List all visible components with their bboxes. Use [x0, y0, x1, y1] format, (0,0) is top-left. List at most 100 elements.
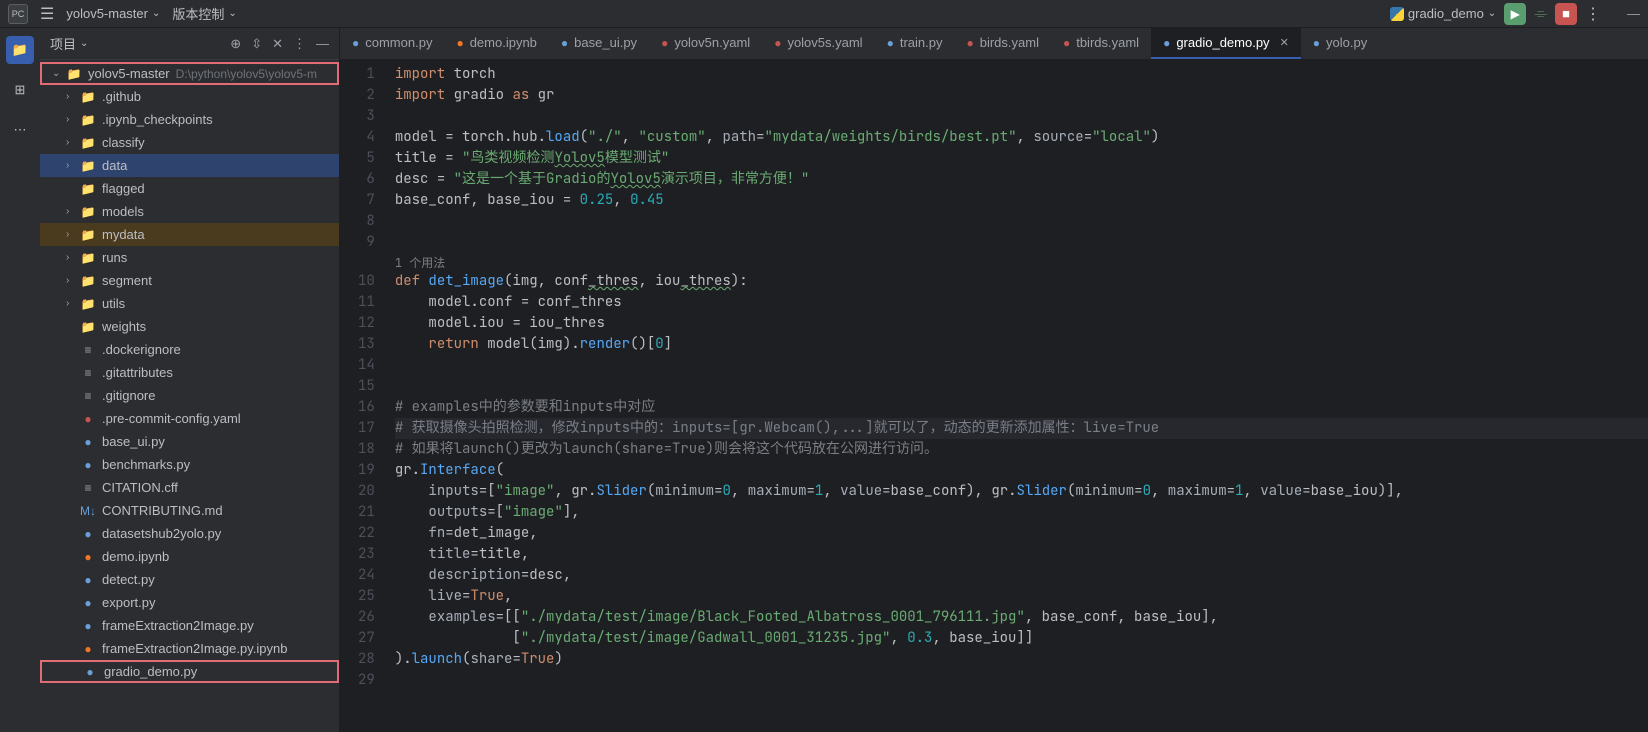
code-line[interactable]: [395, 376, 1648, 397]
code-line[interactable]: title=title,: [395, 544, 1648, 565]
editor-tab[interactable]: ●yolo.py: [1301, 28, 1379, 59]
structure-tool-button[interactable]: ⊞: [6, 76, 34, 104]
tree-folder[interactable]: ›📁utils: [40, 292, 339, 315]
sidebar-title-label: 项目: [50, 34, 76, 53]
folder-icon: 📁: [80, 297, 96, 311]
chevron-down-icon[interactable]: ⌄: [80, 38, 88, 49]
vcs-dropdown[interactable]: 版本控制 ⌄: [172, 4, 236, 23]
project-dropdown[interactable]: yolov5-master ⌄: [66, 6, 160, 21]
tree-file[interactable]: ●detect.py: [40, 568, 339, 591]
code-line[interactable]: model.conf = conf_thres: [395, 292, 1648, 313]
code-line[interactable]: import torch: [395, 64, 1648, 85]
tree-file[interactable]: ●frameExtraction2Image.py.ipynb: [40, 637, 339, 660]
tree-folder[interactable]: ›📁classify: [40, 131, 339, 154]
collapse-icon[interactable]: ✕: [272, 36, 283, 52]
tree-folder[interactable]: ›📁data: [40, 154, 339, 177]
editor-tab[interactable]: ●gradio_demo.py✕: [1151, 28, 1301, 59]
folder-icon: 📁: [80, 228, 96, 242]
line-number: 17: [358, 418, 375, 439]
tree-file[interactable]: ●base_ui.py: [40, 430, 339, 453]
tree-file[interactable]: ●demo.ipynb: [40, 545, 339, 568]
tree-file[interactable]: ●export.py: [40, 591, 339, 614]
editor-tab[interactable]: ●birds.yaml: [954, 28, 1051, 59]
code-line[interactable]: description=desc,: [395, 565, 1648, 586]
project-tool-button[interactable]: 📁: [6, 36, 34, 64]
tree-folder[interactable]: ›📁mydata: [40, 223, 339, 246]
hamburger-icon[interactable]: ☰: [40, 4, 54, 24]
editor-tab[interactable]: ●yolov5s.yaml: [762, 28, 874, 59]
code-line[interactable]: model = torch.hub.load("./", "custom", p…: [395, 127, 1648, 148]
code-line[interactable]: title = "鸟类视频检测Yolov5模型测试": [395, 148, 1648, 169]
more-tool-button[interactable]: ⋯: [6, 116, 34, 144]
editor-tab[interactable]: ●yolov5n.yaml: [649, 28, 762, 59]
code-line[interactable]: [395, 670, 1648, 691]
code-line[interactable]: gr.Interface(: [395, 460, 1648, 481]
tree-folder[interactable]: ›📁.ipynb_checkpoints: [40, 108, 339, 131]
line-number: 21: [358, 502, 375, 523]
editor-tab[interactable]: ●common.py: [340, 28, 444, 59]
hide-icon[interactable]: —: [316, 36, 329, 52]
tree-file[interactable]: ≡.gitattributes: [40, 361, 339, 384]
tree-file[interactable]: ≡.dockerignore: [40, 338, 339, 361]
code-line[interactable]: live=True,: [395, 586, 1648, 607]
yaml-icon: ●: [1063, 36, 1070, 50]
code-line[interactable]: inputs=["image", gr.Slider(minimum=0, ma…: [395, 481, 1648, 502]
code-line[interactable]: [395, 211, 1648, 232]
file-icon: ≡: [80, 343, 96, 357]
tree-folder[interactable]: ›📁.github: [40, 85, 339, 108]
folder-icon: 📁: [80, 274, 96, 288]
code-line[interactable]: desc = "这是一个基于Gradio的Yolov5演示项目，非常方便！": [395, 169, 1648, 190]
code-line[interactable]: [395, 106, 1648, 127]
tree-file[interactable]: ●datasetshub2yolo.py: [40, 522, 339, 545]
project-tree[interactable]: ⌄📁yolov5-masterD:\python\yolov5\yolov5-m…: [40, 60, 339, 732]
jup-icon: ●: [80, 550, 96, 564]
code-line[interactable]: def det_image(img, conf_thres, iou_thres…: [395, 271, 1648, 292]
stop-button[interactable]: ■: [1555, 3, 1577, 25]
code-line[interactable]: outputs=["image"],: [395, 502, 1648, 523]
code-line[interactable]: fn=det_image,: [395, 523, 1648, 544]
code-line[interactable]: [395, 232, 1648, 253]
editor-tab[interactable]: ●tbirds.yaml: [1051, 28, 1151, 59]
code-line[interactable]: import gradio as gr: [395, 85, 1648, 106]
code-line[interactable]: [395, 355, 1648, 376]
code-line[interactable]: ).launch(share=True): [395, 649, 1648, 670]
code-line[interactable]: # examples中的参数要和inputs中对应: [395, 397, 1648, 418]
code-line[interactable]: examples=[["./mydata/test/image/Black_Fo…: [395, 607, 1648, 628]
line-gutter: 1234567891011121314151617181920212223242…: [340, 60, 387, 732]
more-actions-icon[interactable]: ⋮: [1585, 4, 1603, 24]
expand-icon[interactable]: ⇳: [251, 36, 262, 52]
tree-file[interactable]: ●frameExtraction2Image.py: [40, 614, 339, 637]
tree-root[interactable]: ⌄📁yolov5-masterD:\python\yolov5\yolov5-m: [40, 62, 339, 85]
code-line[interactable]: # 如果将launch()更改为launch(share=True)则会将这个代…: [395, 439, 1648, 460]
run-config-dropdown[interactable]: gradio_demo ⌄: [1390, 6, 1496, 21]
code-line[interactable]: model.iou = iou_thres: [395, 313, 1648, 334]
debug-icon[interactable]: ⌯: [1534, 5, 1547, 23]
minimize-icon[interactable]: —: [1627, 6, 1640, 21]
tree-folder[interactable]: 📁flagged: [40, 177, 339, 200]
code-editor[interactable]: 1234567891011121314151617181920212223242…: [340, 60, 1648, 732]
line-number: 26: [358, 607, 375, 628]
tree-file[interactable]: ●.pre-commit-config.yaml: [40, 407, 339, 430]
tree-file[interactable]: M↓CONTRIBUTING.md: [40, 499, 339, 522]
tree-folder[interactable]: ›📁segment: [40, 269, 339, 292]
code-line[interactable]: base_conf, base_iou = 0.25, 0.45: [395, 190, 1648, 211]
tree-folder[interactable]: 📁weights: [40, 315, 339, 338]
locate-icon[interactable]: ⊕: [230, 36, 241, 52]
editor-tab[interactable]: ●train.py: [875, 28, 955, 59]
code-line[interactable]: ["./mydata/test/image/Gadwall_0001_31235…: [395, 628, 1648, 649]
tree-file[interactable]: ≡CITATION.cff: [40, 476, 339, 499]
tree-folder[interactable]: ›📁runs: [40, 246, 339, 269]
tree-file[interactable]: ●gradio_demo.py: [40, 660, 339, 683]
settings-icon[interactable]: ⋮: [293, 36, 306, 52]
code-line[interactable]: # 获取摄像头拍照检测，修改inputs中的：inputs=[gr.Webcam…: [395, 418, 1648, 439]
folder-icon: 📁: [80, 251, 96, 265]
tree-file[interactable]: ≡.gitignore: [40, 384, 339, 407]
close-icon[interactable]: ✕: [1280, 36, 1289, 49]
code-body[interactable]: import torchimport gradio as gr model = t…: [387, 60, 1648, 732]
editor-tab[interactable]: ●base_ui.py: [549, 28, 649, 59]
tree-file[interactable]: ●benchmarks.py: [40, 453, 339, 476]
tree-folder[interactable]: ›📁models: [40, 200, 339, 223]
editor-tab[interactable]: ●demo.ipynb: [444, 28, 548, 59]
code-line[interactable]: return model(img).render()[0]: [395, 334, 1648, 355]
run-button[interactable]: ▶: [1504, 3, 1526, 25]
